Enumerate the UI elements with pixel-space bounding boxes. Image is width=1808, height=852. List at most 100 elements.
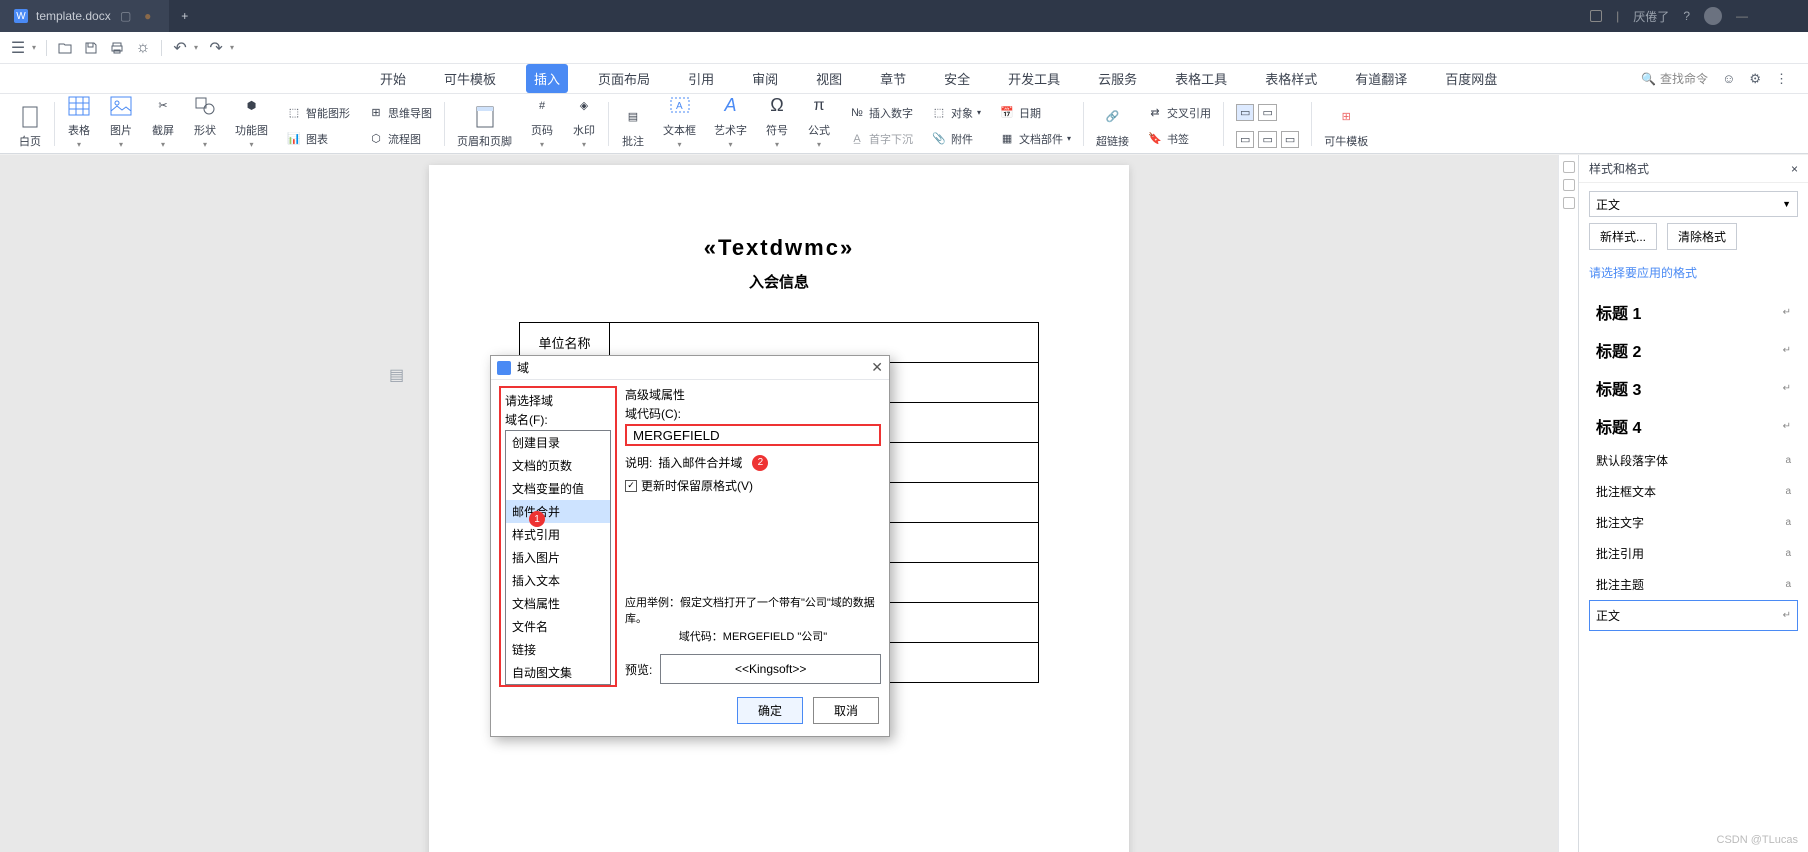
list-item[interactable]: 创建目录 [506, 431, 610, 454]
bookmark-button[interactable]: 🔖书签 [1143, 128, 1215, 150]
wordart-button[interactable]: A艺术字▾ [710, 92, 751, 151]
list-item[interactable]: 插入文本 [506, 569, 610, 592]
tab-pagelayout[interactable]: 页面布局 [590, 64, 658, 93]
list-item[interactable]: 文档的页数 [506, 454, 610, 477]
screenshot-button[interactable]: ✂截屏▾ [147, 92, 179, 151]
list-item[interactable]: 文档属性 [506, 592, 610, 615]
cancel-button[interactable]: 取消 [813, 697, 879, 724]
attachment-button[interactable]: 📎附件 [927, 128, 985, 150]
list-item[interactable]: 邮件合并 [506, 500, 610, 523]
redo-icon[interactable]: ↷ [208, 40, 224, 56]
style-item[interactable]: 批注文字a [1589, 507, 1798, 538]
view-buttons-2[interactable]: ▭ ▭ ▭ [1232, 128, 1303, 151]
new-style-button[interactable]: 新样式... [1589, 223, 1657, 250]
object-button[interactable]: ⬚对象▾ [927, 102, 985, 124]
table-button[interactable]: 表格▾ [63, 92, 95, 151]
tab-template[interactable]: 可牛模板 [436, 64, 504, 93]
settings-icon[interactable]: ⚙ [1749, 71, 1761, 87]
style-item[interactable]: 标题 2↵ [1589, 331, 1798, 369]
page-number-button[interactable]: #页码▾ [526, 92, 558, 151]
blank-page-button[interactable]: 白页 [14, 103, 46, 151]
field-listbox[interactable]: 创建目录文档的页数文档变量的值邮件合并样式引用插入图片插入文本文档属性文件名链接… [505, 430, 611, 685]
tab-window-icon[interactable]: ▢ [119, 9, 133, 23]
style-item[interactable]: 标题 1↵ [1589, 293, 1798, 331]
vt-3[interactable] [1563, 197, 1575, 209]
style-item[interactable]: 默认段落字体a [1589, 445, 1798, 476]
list-item[interactable]: 样式引用 [506, 523, 610, 546]
style-item[interactable]: 标题 4↵ [1589, 407, 1798, 445]
watermark-button[interactable]: ◈水印▾ [568, 92, 600, 151]
hyperlink-button[interactable]: 🔗超链接 [1092, 103, 1133, 151]
command-search[interactable]: 🔍 查找命令 [1641, 70, 1708, 87]
symbol-button[interactable]: Ω符号▾ [761, 92, 793, 151]
more-icon[interactable]: ⋮ [1775, 71, 1788, 87]
panel-close-icon[interactable]: × [1791, 162, 1798, 176]
ribbon: 白页 表格▾ 图片▾ ✂截屏▾ 形状▾ ⬢功能图▾ ⬚智能图形 📊图表 ⊞思维导… [0, 94, 1808, 154]
tab-security[interactable]: 安全 [936, 64, 978, 93]
mindmap-button[interactable]: ⊞思维导图 [364, 102, 436, 124]
tab-review[interactable]: 审阅 [744, 64, 786, 93]
style-item[interactable]: 批注主题a [1589, 569, 1798, 600]
style-item[interactable]: 标题 3↵ [1589, 369, 1798, 407]
tab-view[interactable]: 视图 [808, 64, 850, 93]
ok-button[interactable]: 确定 [737, 697, 803, 724]
list-item[interactable]: 文件名 [506, 615, 610, 638]
list-item[interactable]: 链接 [506, 638, 610, 661]
flowchart-button[interactable]: ⬡流程图 [364, 128, 436, 150]
comment-button[interactable]: ▤批注 [617, 103, 649, 151]
list-item[interactable]: 插入图片 [506, 546, 610, 569]
tab-start[interactable]: 开始 [372, 64, 414, 93]
save-icon[interactable] [83, 40, 99, 56]
print-icon[interactable] [109, 40, 125, 56]
list-item[interactable]: 自动图文集列表 [506, 684, 610, 685]
chat-icon[interactable]: ☺ [1722, 71, 1735, 86]
tab-baidu[interactable]: 百度网盘 [1437, 64, 1505, 93]
date-button[interactable]: 📅日期 [995, 102, 1075, 124]
textbox-button[interactable]: A文本框▾ [659, 92, 700, 151]
undo-icon[interactable]: ↶ [172, 40, 188, 56]
tab-cloud[interactable]: 云服务 [1090, 64, 1145, 93]
document-tab[interactable]: W template.docx ▢ ● [0, 0, 169, 32]
header-footer-button[interactable]: 页眉和页脚 [453, 103, 516, 151]
menu-icon[interactable]: ☰ [10, 40, 26, 56]
style-item[interactable]: 正文↵ [1589, 600, 1798, 631]
tab-insert[interactable]: 插入 [526, 64, 568, 93]
help-icon[interactable]: ? [1683, 9, 1690, 23]
tab-chapter[interactable]: 章节 [872, 64, 914, 93]
layout-icon[interactable] [1590, 10, 1602, 22]
style-item[interactable]: 批注框文本a [1589, 476, 1798, 507]
user-avatar[interactable] [1704, 7, 1722, 25]
current-style-select[interactable]: 正文▼ [1589, 191, 1798, 217]
tab-tablestyle[interactable]: 表格样式 [1257, 64, 1325, 93]
shapes-button[interactable]: 形状▾ [189, 92, 221, 151]
smartart-button[interactable]: ⬚智能图形 [282, 102, 354, 124]
tab-reference[interactable]: 引用 [680, 64, 722, 93]
vt-2[interactable] [1563, 179, 1575, 191]
tab-youdao[interactable]: 有道翻译 [1347, 64, 1415, 93]
template-store-button[interactable]: ⊞可牛模板 [1320, 103, 1372, 151]
minimize-icon[interactable]: — [1736, 9, 1748, 23]
vt-1[interactable] [1563, 161, 1575, 173]
clear-format-button[interactable]: 清除格式 [1667, 223, 1737, 250]
crossref-button[interactable]: ⇄交叉引用 [1143, 102, 1215, 124]
style-item[interactable]: 批注引用a [1589, 538, 1798, 569]
new-tab-button[interactable]: + [169, 9, 201, 23]
tab-tabletools[interactable]: 表格工具 [1167, 64, 1235, 93]
number-button[interactable]: №插入数字 [845, 102, 917, 124]
function-button[interactable]: ⬢功能图▾ [231, 92, 272, 151]
preview-icon[interactable]: ☼ [135, 40, 151, 56]
view-buttons[interactable]: ▭ ▭ [1232, 101, 1303, 124]
field-code-input[interactable] [625, 424, 881, 446]
equation-button[interactable]: π公式▾ [803, 92, 835, 151]
list-item[interactable]: 文档变量的值 [506, 477, 610, 500]
dialog-close-icon[interactable]: ✕ [871, 359, 883, 376]
list-item[interactable]: 自动图文集 [506, 661, 610, 684]
open-icon[interactable] [57, 40, 73, 56]
chart-button[interactable]: 📊图表 [282, 128, 354, 150]
dropcap-button[interactable]: A̲首字下沉 [845, 128, 917, 150]
docparts-button[interactable]: ▦文档部件▾ [995, 128, 1075, 150]
keep-format-checkbox[interactable]: ✓更新时保留原格式(V) [625, 477, 881, 494]
tab-devtools[interactable]: 开发工具 [1000, 64, 1068, 93]
badge-2: 2 [752, 455, 768, 471]
image-button[interactable]: 图片▾ [105, 92, 137, 151]
